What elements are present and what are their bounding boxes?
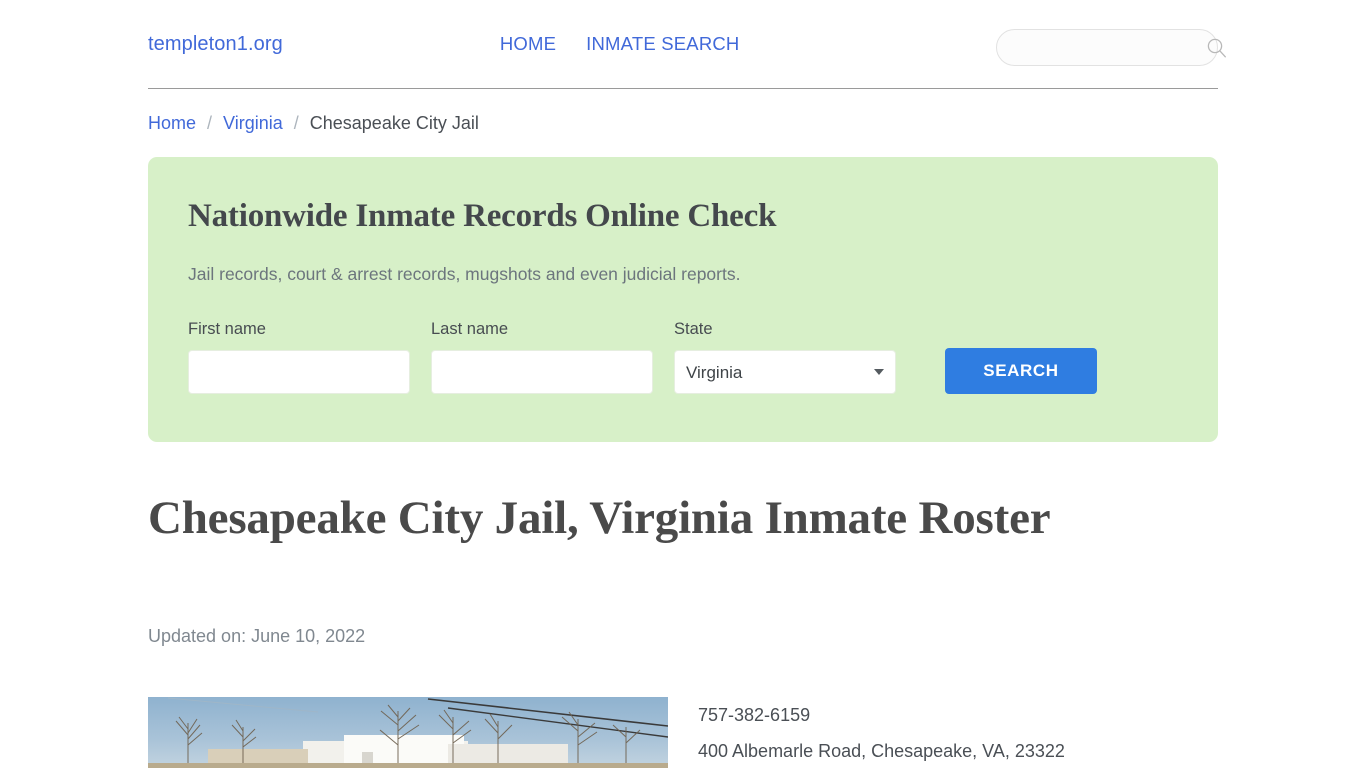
page-title: Chesapeake City Jail, Virginia Inmate Ro… bbox=[148, 492, 1051, 544]
page-root: templeton1.org HOME INMATE SEARCH Home /… bbox=[0, 0, 1366, 768]
nav-item-home[interactable]: HOME bbox=[500, 33, 556, 55]
breadcrumb-separator: / bbox=[293, 113, 299, 133]
first-name-field-group: First name bbox=[188, 320, 410, 394]
breadcrumb-item-home[interactable]: Home bbox=[148, 113, 196, 134]
facility-photo bbox=[148, 697, 668, 768]
facility-address: 400 Albemarle Road, Chesapeake, VA, 2332… bbox=[698, 741, 1065, 761]
breadcrumb-item-current: Chesapeake City Jail bbox=[309, 113, 479, 133]
promo-banner: Nationwide Inmate Records Online Check J… bbox=[148, 157, 1218, 442]
main-navigation: HOME INMATE SEARCH bbox=[500, 33, 740, 55]
promo-title: Nationwide Inmate Records Online Check bbox=[188, 198, 777, 234]
breadcrumb-separator: / bbox=[207, 113, 213, 133]
inmate-search-form: First name Last name State Virginia SEAR… bbox=[188, 320, 1097, 394]
last-name-input[interactable] bbox=[431, 350, 653, 394]
first-name-label: First name bbox=[188, 320, 266, 338]
breadcrumb-item-virginia[interactable]: Virginia bbox=[223, 113, 283, 134]
promo-subtitle: Jail records, court & arrest records, mu… bbox=[188, 264, 741, 284]
header-search-input[interactable] bbox=[997, 30, 1206, 65]
site-header: templeton1.org HOME INMATE SEARCH bbox=[148, 0, 1226, 89]
header-search-box[interactable] bbox=[996, 29, 1226, 66]
last-name-field-group: Last name bbox=[431, 320, 653, 394]
state-field-group: State Virginia bbox=[674, 320, 896, 394]
last-name-label: Last name bbox=[431, 320, 509, 338]
search-icon[interactable] bbox=[1206, 30, 1227, 65]
nav-item-inmate-search[interactable]: INMATE SEARCH bbox=[586, 33, 739, 55]
state-select[interactable]: Virginia bbox=[674, 350, 896, 394]
site-logo[interactable]: templeton1.org bbox=[148, 33, 283, 56]
state-select-wrapper[interactable]: Virginia bbox=[674, 350, 896, 394]
search-button[interactable]: SEARCH bbox=[945, 348, 1097, 394]
breadcrumb: Home / Virginia / Chesapeake City Jail bbox=[148, 113, 479, 134]
updated-date: Updated on: June 10, 2022 bbox=[148, 626, 366, 646]
first-name-input[interactable] bbox=[188, 350, 410, 394]
facility-phone[interactable]: 757-382-6159 bbox=[698, 697, 1238, 733]
facility-info: 757-382-6159 400 Albemarle Road, Chesape… bbox=[698, 697, 1238, 768]
state-label: State bbox=[674, 320, 713, 338]
